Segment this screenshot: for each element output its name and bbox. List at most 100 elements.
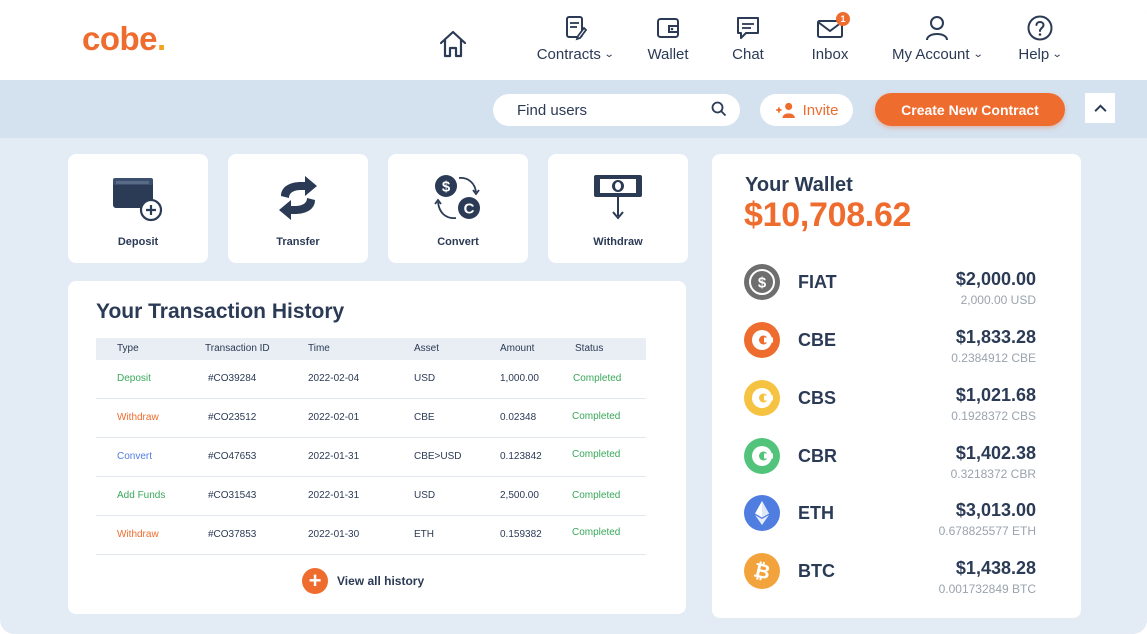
nav-contracts[interactable]: Contracts ⌄ [531, 14, 619, 70]
view-all-history-label: View all history [337, 574, 425, 588]
nav-my-account[interactable]: My Account ⌄ [887, 14, 987, 70]
asset-name: BTC [798, 561, 835, 581]
nav-inbox[interactable]: 1 Inbox [805, 12, 855, 70]
row-asset: ETH [414, 529, 434, 540]
wallet-panel: Your Wallet $10,708.62 $ FIAT $2,000.00 … [712, 154, 1081, 618]
column-header-type: Type [117, 343, 139, 354]
row-status: Completed [572, 411, 621, 422]
wallet-asset-cbe[interactable]: CBE $1,833.28 0.2384912 CBE [744, 322, 1044, 372]
chevron-down-icon: ⌄ [1051, 49, 1063, 60]
chevron-down-icon: ⌄ [972, 49, 984, 60]
convert-card[interactable]: $ C Convert [388, 154, 528, 263]
row-transaction-id: #CO23512 [208, 412, 257, 423]
create-new-contract-button[interactable]: Create New Contract [875, 93, 1065, 126]
invite-button[interactable]: Invite [760, 94, 853, 126]
asset-balance: 0.1928372 CBS [951, 409, 1036, 423]
row-amount: 0.123842 [500, 451, 542, 462]
asset-value: $1,021.68 [955, 385, 1036, 405]
row-type: Add Funds [117, 490, 166, 501]
nav-chat[interactable]: Chat [726, 14, 770, 70]
row-type: Convert [117, 451, 153, 462]
svg-text:$: $ [758, 275, 767, 292]
home-icon[interactable] [437, 28, 469, 60]
app-window: cobe. Contracts ⌄ Wallet Chat 1 Inbox My … [0, 0, 1147, 634]
dollar-coin-icon: $ [744, 264, 780, 300]
row-transaction-id: #CO37853 [208, 529, 257, 540]
nav-wallet[interactable]: Wallet [642, 14, 694, 70]
asset-balance: 0.3218372 CBR [950, 467, 1036, 481]
wallet-asset-eth[interactable]: ETH $3,013.00 0.678825577 ETH [744, 495, 1044, 545]
column-header-asset: Asset [414, 343, 440, 354]
row-time: 2022-02-01 [308, 412, 360, 423]
row-time: 2022-01-30 [308, 529, 360, 540]
row-status: Completed [572, 527, 621, 538]
inbox-badge: 1 [836, 12, 850, 26]
row-time: 2022-01-31 [308, 451, 360, 462]
nav-my-account-label: My Account [892, 46, 970, 63]
transfer-label: Transfer [276, 236, 320, 248]
collapse-button[interactable] [1085, 93, 1115, 123]
deposit-icon [113, 178, 163, 222]
row-status: Completed [573, 373, 622, 384]
wallet-total: $10,708.62 [744, 196, 912, 234]
wallet-asset-btc[interactable]: ₿ BTC $1,438.28 0.001732849 BTC [744, 553, 1044, 603]
nav-help[interactable]: Help ⌄ [1016, 14, 1064, 70]
chevron-up-icon [1093, 103, 1107, 112]
nav-inbox-label: Inbox [811, 46, 849, 63]
asset-name: CBS [798, 388, 837, 408]
asset-value: $1,402.38 [955, 443, 1036, 463]
asset-value: $1,438.28 [955, 558, 1036, 578]
chat-icon [737, 17, 759, 39]
find-users-input[interactable] [493, 94, 740, 126]
row-time: 2022-02-04 [308, 373, 360, 384]
chevron-down-icon: ⌄ [603, 49, 615, 60]
svg-text:C: C [464, 201, 475, 218]
asset-value: $3,013.00 [955, 500, 1036, 520]
history-title: Your Transaction History [96, 300, 345, 323]
wallet-title: Your Wallet [745, 174, 853, 196]
table-row[interactable]: Convert #CO47653 2022-01-31 CBE>USD 0.12… [96, 438, 646, 477]
plus-icon: + [302, 568, 328, 594]
contract-icon [566, 16, 588, 41]
deposit-card[interactable]: Deposit [68, 154, 208, 263]
table-row[interactable]: Deposit #CO39284 2022-02-04 USD 1,000.00… [96, 360, 646, 399]
cbe-coin-icon [744, 322, 780, 358]
wallet-asset-fiat[interactable]: $ FIAT $2,000.00 2,000.00 USD [744, 264, 1044, 314]
row-amount: 2,500.00 [500, 490, 539, 501]
row-transaction-id: #CO31543 [208, 490, 257, 501]
wallet-asset-cbr[interactable]: CBR $1,402.38 0.3218372 CBR [744, 438, 1044, 488]
transaction-history-panel: Your Transaction History Type Transactio… [68, 281, 686, 614]
table-row[interactable]: Withdraw #CO23512 2022-02-01 CBE 0.02348… [96, 399, 646, 438]
top-navigation: cobe. Contracts ⌄ Wallet Chat 1 Inbox My … [0, 0, 1147, 80]
search-icon[interactable] [711, 101, 727, 117]
row-type: Deposit [117, 373, 151, 384]
brand-logo[interactable]: cobe. [82, 20, 166, 58]
table-row[interactable]: Withdraw #CO37853 2022-01-30 ETH 0.15938… [96, 516, 646, 555]
asset-balance: 0.2384912 CBE [951, 351, 1036, 365]
history-table-header: Type Transaction ID Time Asset Amount St… [96, 338, 646, 360]
table-row[interactable]: Add Funds #CO31543 2022-01-31 USD 2,500.… [96, 477, 646, 516]
row-type: Withdraw [117, 412, 159, 423]
row-amount: 0.159382 [500, 529, 542, 540]
invite-label: Invite [802, 101, 839, 119]
row-asset: USD [414, 373, 436, 384]
nav-wallet-label: Wallet [647, 46, 689, 63]
help-icon [1027, 15, 1053, 41]
withdraw-icon [594, 175, 642, 220]
wallet-asset-cbs[interactable]: CBS $1,021.68 0.1928372 CBS [744, 380, 1044, 430]
row-amount: 1,000.00 [500, 373, 539, 384]
row-type: Withdraw [117, 529, 159, 540]
transfer-icon [279, 176, 317, 220]
bitcoin-icon: ₿ [744, 553, 780, 589]
withdraw-card[interactable]: Withdraw [548, 154, 688, 263]
row-asset: CBE [414, 412, 435, 423]
transfer-card[interactable]: Transfer [228, 154, 368, 263]
view-all-history-button[interactable]: + View all history [302, 568, 424, 594]
cbr-coin-icon [744, 438, 780, 474]
svg-text:₿: ₿ [752, 560, 773, 585]
nav-chat-label: Chat [732, 46, 764, 63]
user-icon [926, 16, 948, 41]
asset-value: $1,833.28 [955, 327, 1036, 347]
add-user-icon [775, 102, 795, 118]
column-header-transaction-id: Transaction ID [205, 343, 270, 354]
